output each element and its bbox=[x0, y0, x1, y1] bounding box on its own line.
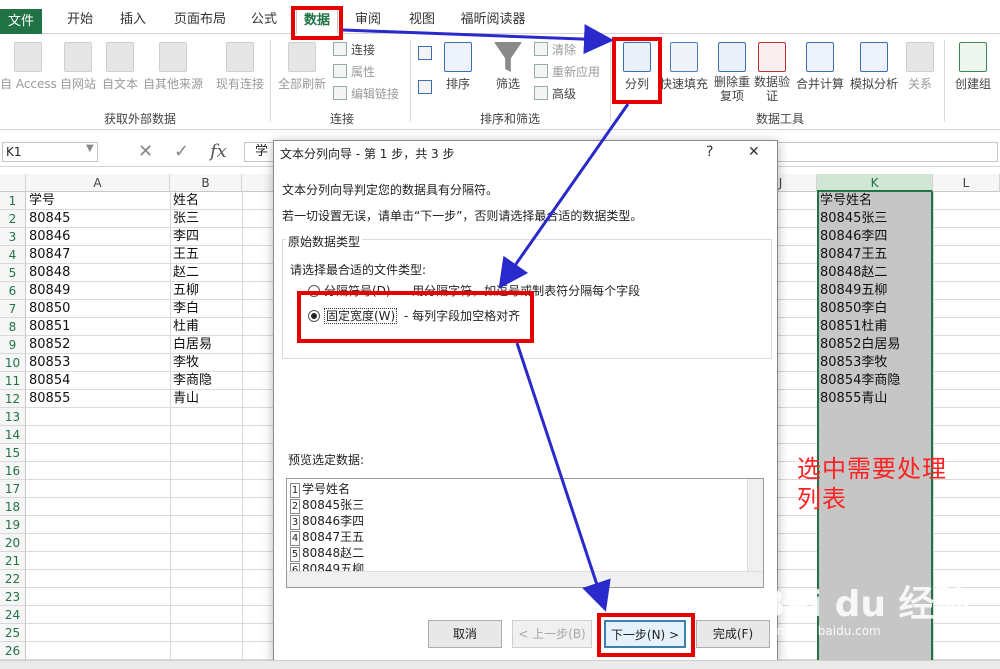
annotation-text-line2: 列表 bbox=[797, 485, 847, 513]
annotation-arrows bbox=[342, 24, 630, 612]
baidu-watermark: Bai du 经验 bbox=[758, 584, 971, 625]
sheet-tab-bar bbox=[0, 660, 1000, 669]
annotation-text-line1: 选中需要处理 bbox=[797, 455, 947, 483]
arrow-data-to-split bbox=[342, 24, 614, 55]
arrow-split-to-fixed-width bbox=[498, 103, 630, 289]
arrow-fixed-width-to-next bbox=[515, 342, 611, 612]
baidu-watermark-url: jingyan.baidu.com bbox=[770, 624, 881, 638]
